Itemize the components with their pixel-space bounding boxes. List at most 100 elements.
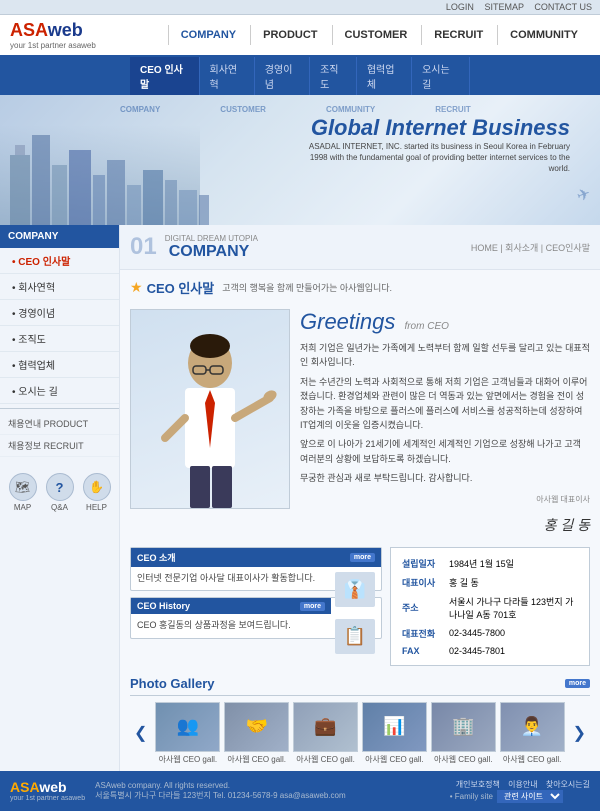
sub-nav: CEO 인사말 회사연혁 경영이념 조직도 협력업체 오시는 길: [0, 57, 600, 95]
greeting-title: Greetings: [300, 309, 395, 334]
section-bullet: ★: [130, 279, 143, 296]
sidebar-title: COMPANY: [0, 225, 119, 248]
nav-product[interactable]: PRODUCT: [250, 25, 329, 45]
hero-tag-recruit: RECRUIT: [435, 105, 471, 114]
ceo-history-header: CEO History more: [131, 598, 331, 614]
nav-recruit[interactable]: RECRUIT: [421, 25, 495, 45]
gallery-thumb-4[interactable]: 📊: [362, 702, 427, 752]
subnav-ceo[interactable]: CEO 인사말: [130, 57, 200, 95]
sidebar-sub-product[interactable]: 채용연내 PRODUCT: [0, 413, 119, 435]
gallery-title-bar: Photo Gallery more: [130, 676, 590, 696]
gallery-thumb-1[interactable]: 👥: [155, 702, 220, 752]
header: ASAASAwebweb your 1st partner asaweb COM…: [0, 15, 600, 57]
detail-value-address: 서울시 가나구 다라들 123번지 가나나일 A동 701호: [445, 593, 582, 623]
ceo-history-title: CEO History: [137, 601, 190, 611]
ceo-person-svg: [140, 318, 280, 508]
gallery-items: 👥 아사웹 CEO gall. 🤝 아사웹 CEO gall. 💼 아사웹 CE…: [155, 702, 564, 765]
greeting-paragraph-3: 앞으로 이 나아가 21세기에 세계적인 세계적인 기업으로 성장해 나가고 고…: [300, 437, 590, 466]
login-link[interactable]: LOGIN: [446, 2, 474, 12]
footer-copyright: ASAweb company. All rights reserved.: [95, 781, 440, 790]
sidebar-divider: [0, 408, 119, 409]
gallery-thumb-2[interactable]: 🤝: [224, 702, 289, 752]
subnav-history[interactable]: 회사연혁: [200, 57, 255, 95]
footer-link-guide[interactable]: 이용안내: [508, 780, 537, 789]
hero-tag-company: COMPANY: [120, 105, 160, 114]
detail-value-ceo: 홍 길 동: [445, 574, 582, 591]
nav-customer[interactable]: CUSTOMER: [332, 25, 420, 45]
gallery-caption-2: 아사웹 CEO gall.: [224, 754, 289, 765]
ceo-history-more[interactable]: more: [300, 602, 325, 611]
footer-link-contact[interactable]: 찾아오시는길: [546, 780, 590, 789]
nav-community[interactable]: COMMUNITY: [497, 25, 590, 45]
footer: ASAweb your 1st partner asaweb ASAweb co…: [0, 771, 600, 811]
ceo-section: Greetings from CEO 저희 기업은 일년가는 가족에게 노력부터…: [120, 301, 600, 543]
company-details-box: 설립일자 1984년 1월 15일 대표이사 홍 길 동 주소 서울시 가나구 …: [390, 547, 590, 666]
hero-tags: COMPANY CUSTOMER COMMUNITY RECRUIT: [120, 105, 471, 114]
footer-family-label: • Family site: [450, 792, 493, 801]
sidebar-item-partner[interactable]: • 협력업체: [0, 352, 119, 378]
qa-label: Q&A: [51, 503, 68, 512]
section-title-bar: ★ CEO 인사말 고객의 행복을 함께 만들어가는 아사웹입니다.: [120, 270, 600, 301]
sitemap-link[interactable]: SITEMAP: [484, 2, 523, 12]
sidebar-item-org[interactable]: • 조직도: [0, 326, 119, 352]
gallery-more-button[interactable]: more: [565, 679, 590, 688]
hero-title: Global Internet Business: [290, 115, 570, 141]
nav-company[interactable]: COMPANY: [168, 25, 248, 45]
detail-label-founding: 설립일자: [398, 555, 443, 572]
page-number: 01: [130, 233, 157, 261]
footer-link-privacy[interactable]: 개인보호정책: [456, 780, 500, 789]
list-item: 🏢 아사웹 CEO gall.: [431, 702, 496, 765]
greeting-signature: 홍 길 동: [300, 515, 590, 535]
help-icon: ✋: [83, 473, 111, 501]
sidebar-item-ceo[interactable]: • CEO 인사말: [0, 248, 119, 274]
footer-address: 서울특별시 가나구 다라들 123번지 Tel. 01234-5678-9 as…: [95, 790, 440, 801]
qa-button[interactable]: ? Q&A: [46, 473, 74, 512]
ceo-history-desc: CEO 홍길동의 상품과정을 보여드립니다.: [137, 620, 291, 630]
table-row: FAX 02-3445-7801: [398, 644, 582, 658]
footer-family-select[interactable]: 관련 사이트: [497, 790, 563, 803]
sidebar: COMPANY • CEO 인사말 • 회사연혁 • 경영이념 • 조직도 • …: [0, 225, 120, 771]
gallery-prev-arrow[interactable]: ❮: [130, 723, 151, 743]
footer-logo-area: ASAweb your 1st partner asaweb: [10, 779, 85, 802]
gallery-caption-6: 아사웹 CEO gall.: [500, 754, 565, 765]
logo: ASAASAwebweb your 1st partner asaweb: [0, 20, 130, 50]
subnav-partner[interactable]: 협력업체: [357, 57, 412, 95]
gallery-title-text: Photo Gallery: [130, 676, 215, 691]
subnav-directions[interactable]: 오시는 길: [412, 57, 470, 95]
gallery-thumb-6[interactable]: 👨‍💼: [500, 702, 565, 752]
subnav-philosophy[interactable]: 경영이념: [255, 57, 310, 95]
list-item: 🤝 아사웹 CEO gall.: [224, 702, 289, 765]
sidebar-item-history[interactable]: • 회사연혁: [0, 274, 119, 300]
ceo-history-body: 📋 CEO 홍길동의 상품과정을 보여드립니다.: [131, 614, 381, 638]
sidebar-sub-recruit[interactable]: 채용정보 RECRUIT: [0, 435, 119, 457]
footer-family-site: • Family site 관련 사이트: [450, 790, 590, 803]
city-skyline: [0, 115, 220, 225]
table-row: 대표이사 홍 길 동: [398, 574, 582, 591]
contact-link[interactable]: CONTACT US: [534, 2, 592, 12]
hero-description: ASADAL INTERNET, INC. started its busine…: [290, 141, 570, 175]
ceo-profile-header: CEO 소개 more: [131, 548, 381, 567]
gallery-caption-3: 아사웹 CEO gall.: [293, 754, 358, 765]
help-button[interactable]: ✋ HELP: [83, 473, 111, 512]
map-button[interactable]: 🗺 MAP: [9, 473, 37, 512]
ceo-profile-more[interactable]: more: [350, 553, 375, 562]
hero-banner: COMPANY CUSTOMER COMMUNITY RECRUIT Globa…: [0, 95, 600, 225]
section-subtitle: 고객의 행복을 함께 만들어가는 아사웹입니다.: [222, 281, 392, 294]
logo-subtitle: your 1st partner asaweb: [10, 41, 130, 50]
hero-tag-community: COMMUNITY: [326, 105, 375, 114]
ceo-profile-img: 👔: [335, 572, 375, 607]
greeting-from: from CEO: [404, 321, 448, 332]
footer-text: ASAweb company. All rights reserved. 서울특…: [95, 781, 440, 801]
list-item: 📊 아사웹 CEO gall.: [362, 702, 427, 765]
sidebar-item-philosophy[interactable]: • 경영이념: [0, 300, 119, 326]
gallery-next-arrow[interactable]: ❯: [569, 723, 590, 743]
footer-right: 개인보호정책 이용안내 찾아오시는길 • Family site 관련 사이트: [450, 779, 590, 803]
company-details-table: 설립일자 1984년 1월 15일 대표이사 홍 길 동 주소 서울시 가나구 …: [396, 553, 584, 660]
main-nav: COMPANY PRODUCT CUSTOMER RECRUIT COMMUNI…: [130, 25, 600, 45]
gallery-thumb-5[interactable]: 🏢: [431, 702, 496, 752]
table-row: 주소 서울시 가나구 다라들 123번지 가나나일 A동 701호: [398, 593, 582, 623]
gallery-thumb-3[interactable]: 💼: [293, 702, 358, 752]
subnav-org[interactable]: 조직도: [310, 57, 357, 95]
table-row: 설립일자 1984년 1월 15일: [398, 555, 582, 572]
sidebar-item-directions[interactable]: • 오시는 길: [0, 378, 119, 404]
